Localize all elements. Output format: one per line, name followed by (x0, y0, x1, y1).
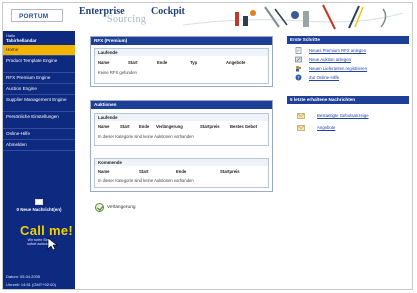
message-icon (297, 113, 305, 119)
column-header: Name (98, 124, 110, 129)
sidebar-item-home[interactable]: Home (3, 45, 75, 56)
auction-icon (295, 56, 302, 63)
rfx-running-box: Laufende Name Start Ende Typ Angebote Ke… (94, 48, 269, 84)
column-header: Start (139, 169, 149, 174)
recent-messages-title: 5 letzte erhaltene Nachrichten (287, 96, 409, 104)
callme-button[interactable]: Call me! Wir rufen Sie sofort zurück! (11, 223, 73, 263)
sidebar-item-online-hilfe[interactable]: Online-Hilfe (3, 129, 75, 140)
link-register-supplier[interactable]: Neuen Lieferanten registrieren (287, 64, 409, 73)
column-header: Startpreis (200, 124, 220, 129)
envelope-icon (35, 199, 43, 205)
auctions-upcoming-empty-message: In dieser Kategorie sind keine Auktionen… (98, 178, 194, 183)
sidebar-item-product-template-engine[interactable]: Product Template Engine (3, 56, 75, 73)
rfx-table-header: Name Start Ende Typ Angebote (98, 60, 268, 66)
sidebar: Hallo Tabirhellandar Home Product Templa… (3, 31, 75, 289)
column-header: Bestes Gebot (230, 124, 257, 129)
message-item[interactable]: Bestaetigte Gebotsanzeige (287, 110, 409, 122)
auctions-running-table-header: Name Start Ende Verlängerung Startpreis … (98, 124, 268, 130)
column-header: Verlängerung (156, 124, 183, 129)
first-steps-list: Neues Premium RFX anlegen Neue Auktion a… (287, 44, 409, 82)
extension-button-label: Verlängerung (107, 205, 136, 210)
header: PORTUM Enterprise Cockpit Sourcing (3, 3, 412, 31)
sidebar-item-persoenliche-einstellungen[interactable]: Persönliche Einstellungen (3, 112, 75, 129)
mouse-cursor-icon (47, 237, 58, 251)
message-icon (297, 125, 305, 131)
column-header: Angebote (226, 60, 246, 65)
rfx-empty-message: Keine RFX gefunden (98, 70, 137, 75)
column-header: Start (128, 60, 138, 65)
rfx-panel-title: RFX (Premium) (91, 37, 272, 45)
auctions-panel-title: Auktionen (91, 101, 272, 109)
auctions-upcoming-table-header: Name Start Ende Startpreis (98, 169, 268, 175)
column-header: Start (120, 124, 130, 129)
app-window: PORTUM Enterprise Cockpit Sourcing Hallo… (2, 2, 413, 290)
column-header: Ende (139, 124, 150, 129)
first-steps-title: Erste Schritte (287, 36, 409, 44)
link-new-auction[interactable]: Neue Auktion anlegen (287, 55, 409, 64)
auctions-running-box: Laufende Name Start Ende Verlängerung St… (94, 113, 269, 146)
app-subtitle: Sourcing (107, 14, 147, 25)
help-icon: ? (295, 74, 302, 81)
column-header: Ende (157, 60, 168, 65)
auctions-panel: Auktionen Laufende Name Start Ende Verlä… (90, 100, 273, 192)
link-new-premium-rfx[interactable]: Neues Premium RFX anlegen (287, 46, 409, 55)
link-online-help[interactable]: ? Zur Online-Hilfe (287, 73, 409, 82)
sidebar-item-abmelden[interactable]: Abmelden (3, 140, 75, 151)
messages-count: 0 Neue Nachricht(en) (16, 207, 62, 212)
time-display: Uhrzeit: 14:51 (GMT+02:00) (6, 282, 56, 287)
checkmark-icon (95, 203, 104, 212)
app-title-word2: Cockpit (151, 6, 185, 17)
sidebar-item-supplier-management-engine[interactable]: Supplier Management Engine (3, 95, 75, 112)
auctions-upcoming-box: Kommende Name Start Ende Startpreis In d… (94, 158, 269, 188)
column-header: Startpreis (220, 169, 240, 174)
rfx-panel: RFX (Premium) Laufende Name Start Ende T… (90, 36, 273, 87)
first-steps-panel: Erste Schritte Neues Premium RFX anlegen… (287, 36, 409, 82)
user-info: Hallo Tabirhellandar (3, 31, 75, 45)
document-icon (295, 47, 302, 54)
user-name: Tabirhellandar (6, 38, 37, 43)
portum-logo[interactable]: PORTUM (11, 9, 63, 22)
column-header: Name (98, 60, 110, 65)
recent-messages-list: Bestaetigte Gebotsanzeige Angebote (287, 104, 409, 134)
auctions-running-empty-message: In dieser Kategorie sind keine Auktionen… (98, 134, 194, 139)
logo-text: PORTUM (19, 13, 49, 20)
rfx-running-title: Laufende (95, 49, 268, 56)
header-decoration-graphic (183, 4, 403, 30)
column-header: Typ (190, 60, 198, 65)
supplier-icon (296, 66, 302, 72)
auctions-running-title: Laufende (95, 114, 268, 121)
message-item[interactable]: Angebote (287, 122, 409, 134)
sidebar-item-rfx-premium-engine[interactable]: RFX Premium Engine (3, 73, 75, 84)
sidebar-item-auction-engine[interactable]: Auction Engine (3, 84, 75, 95)
column-header: Ende (176, 169, 187, 174)
recent-messages-panel: 5 letzte erhaltene Nachrichten Bestaetig… (287, 96, 409, 134)
column-header: Name (98, 169, 110, 174)
messages-indicator[interactable]: 0 Neue Nachricht(en) (3, 199, 75, 212)
extension-button[interactable]: Verlängerung (95, 203, 136, 212)
callme-title: Call me! (20, 223, 73, 238)
auctions-upcoming-title: Kommende (95, 159, 268, 166)
date-display: Datum: 05.04.2005 (6, 274, 41, 279)
